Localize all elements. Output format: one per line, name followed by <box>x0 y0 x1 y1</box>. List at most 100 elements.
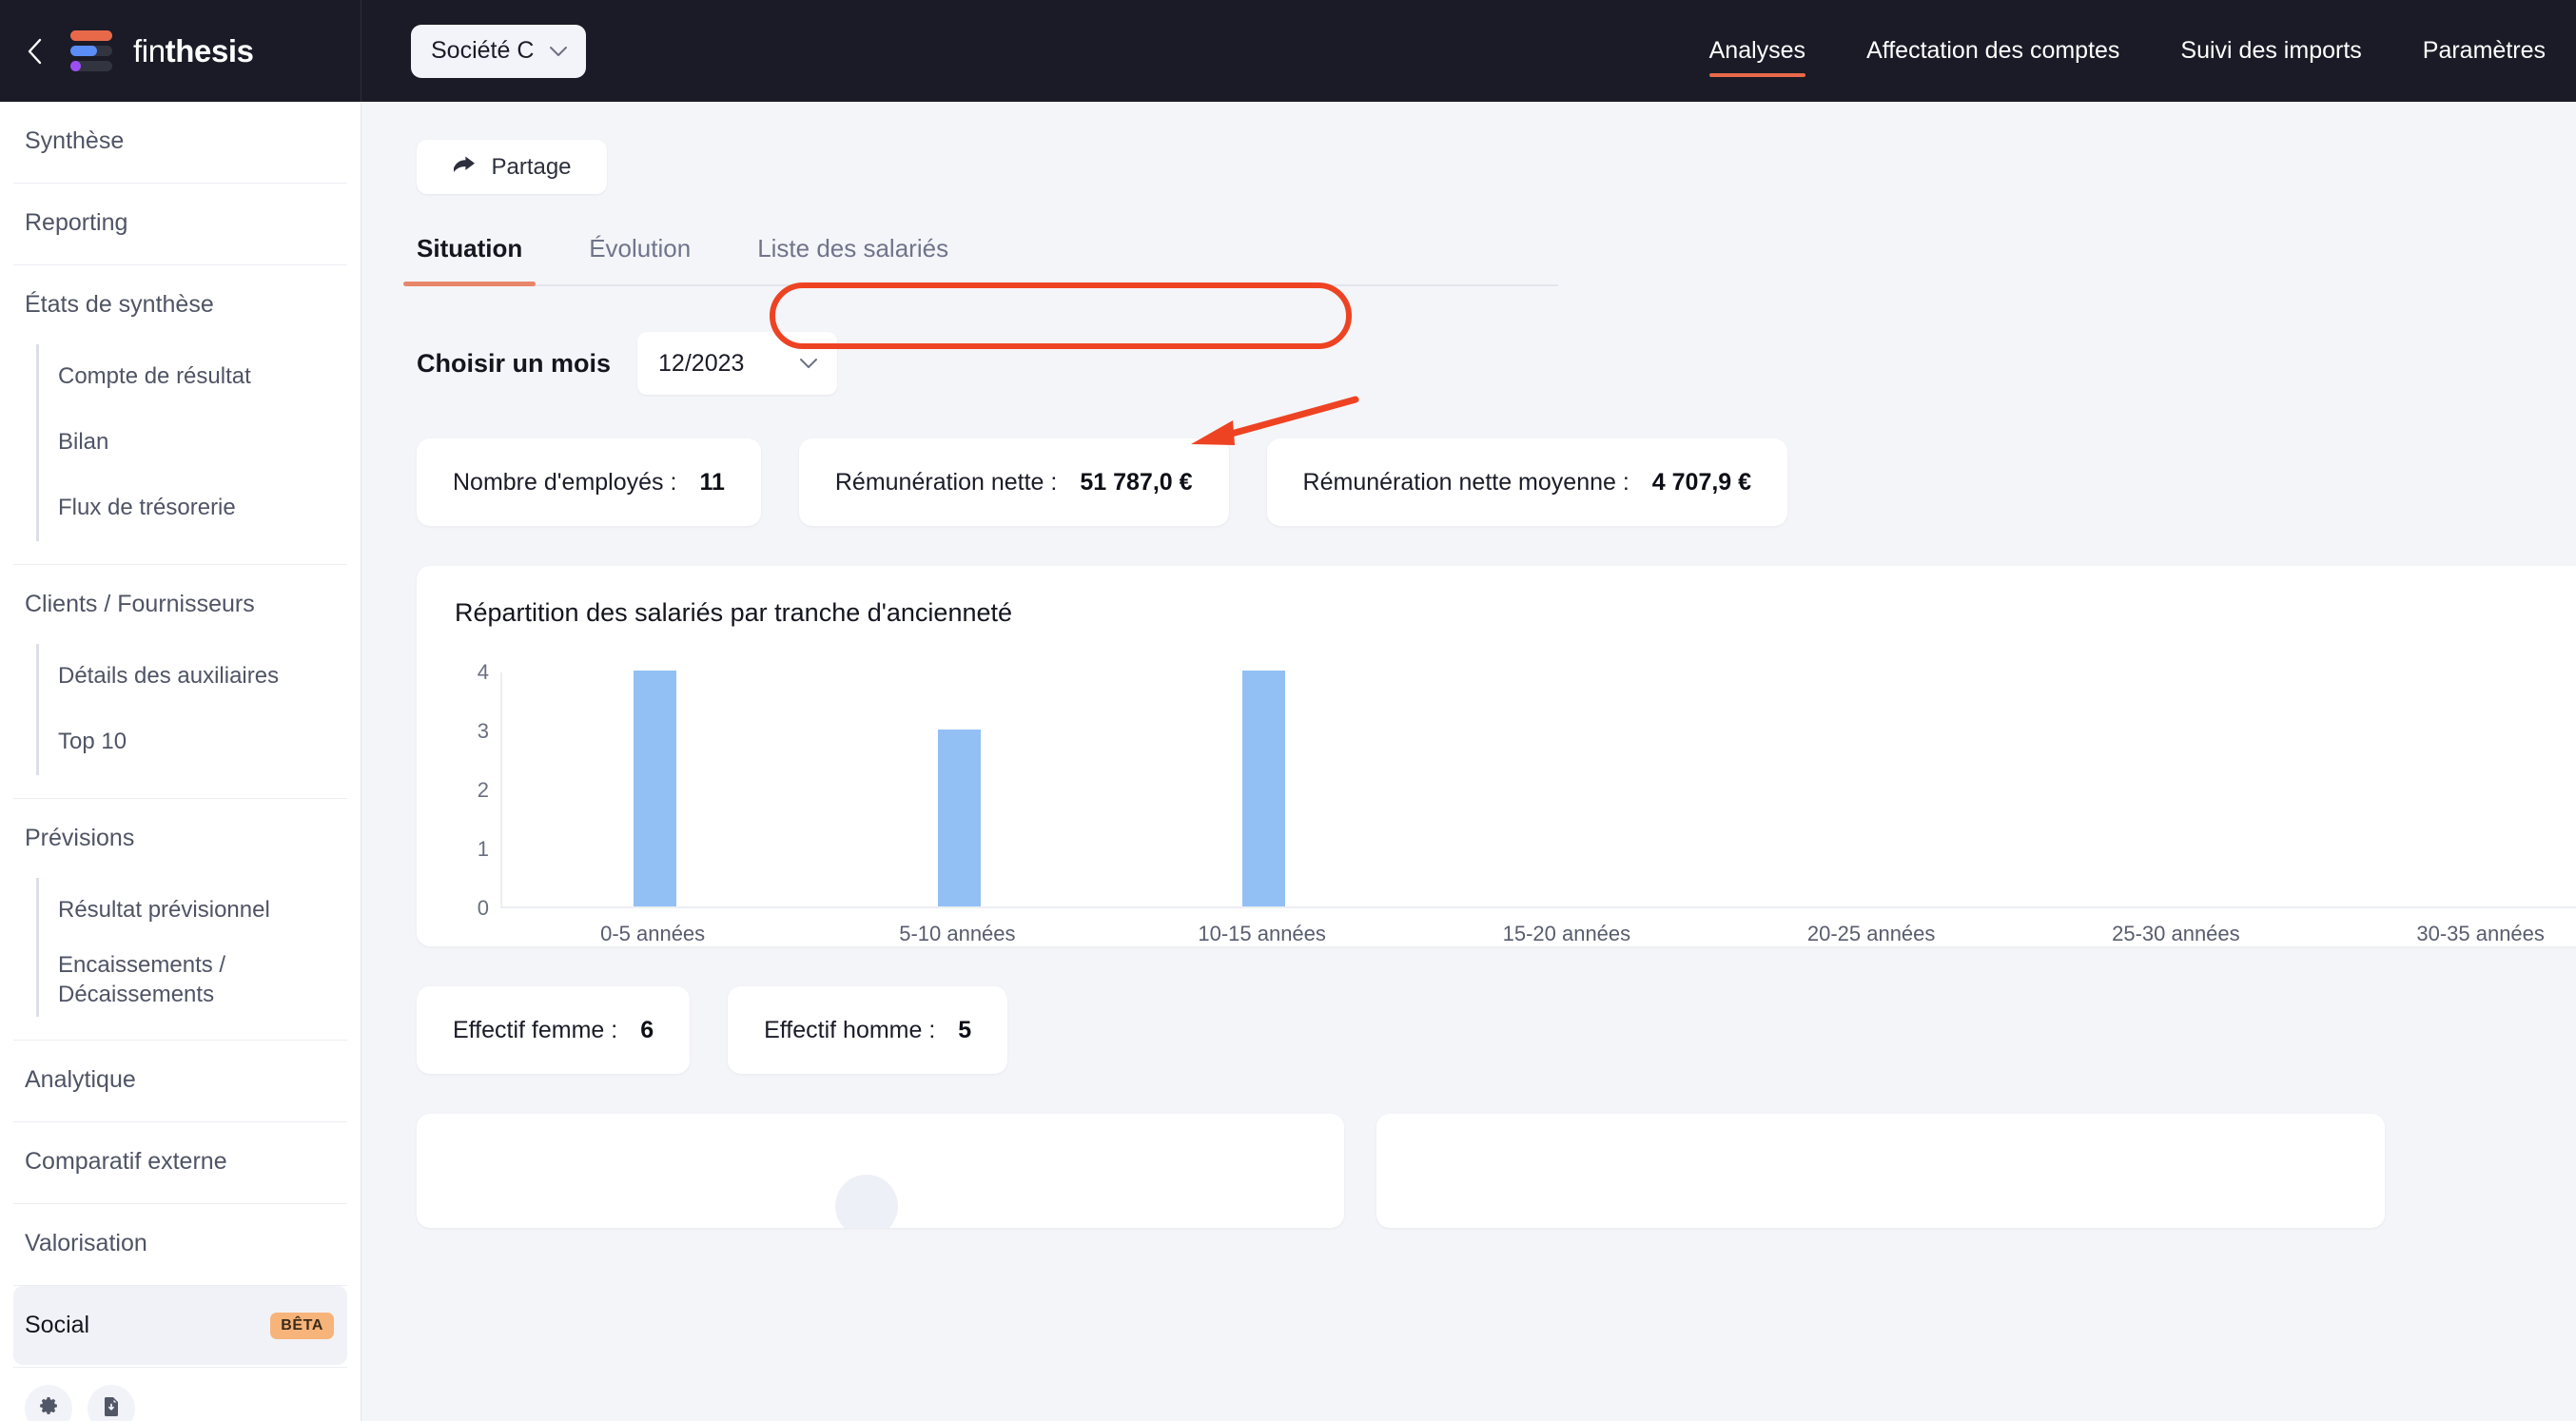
sidebar-subitem-label: Bilan <box>58 429 109 456</box>
tab-bar: Situation Évolution Liste des salariés <box>402 224 1558 286</box>
kpi-value: 4 707,9 € <box>1651 468 1752 496</box>
chart-x-tick-label: 5-10 années <box>899 922 1016 945</box>
chart-y-tick: 1 <box>477 837 489 861</box>
sidebar-item-previsions[interactable]: Prévisions <box>13 799 347 878</box>
sidebar-section-reporting: Reporting <box>13 184 347 265</box>
chart-bars <box>502 671 2576 906</box>
chart-bar-slot <box>502 671 807 906</box>
chart-bar-slot <box>1111 671 1415 906</box>
sidebar-subitem-bilan[interactable]: Bilan <box>36 410 347 476</box>
company-selector[interactable]: Société C <box>411 24 587 78</box>
chevron-left-icon <box>25 37 46 66</box>
chart-bar-slot <box>1415 672 1720 906</box>
seniority-chart-panel: Répartition des salariés par tranche d'a… <box>417 566 2576 946</box>
brand-name-bold: thesis <box>165 32 254 68</box>
sidebar-subitem-details-des-auxiliaires[interactable]: Détails des auxiliaires <box>36 644 347 710</box>
sidebar-subitem-compte-de-resultat[interactable]: Compte de résultat <box>36 344 347 410</box>
app-root: finthesis Société C Analyses Affectation… <box>0 0 2576 1421</box>
topnav-label: Analyses <box>1708 37 1806 64</box>
gender-kpi-row: Effectif femme : 6 Effectif homme : 5 <box>417 986 2576 1074</box>
sidebar-section-previsions: Prévisions Résultat prévisionnel Encaiss… <box>13 799 347 1041</box>
brand-name: finthesis <box>133 33 254 69</box>
main-content: Partage Situation Évolution Liste des sa… <box>361 102 2576 1421</box>
chart-x-axis: 0-5 années 5-10 années 10-15 années 15-20 a… <box>500 922 2576 946</box>
sidebar-subitem-flux-de-tresorerie[interactable]: Flux de trésorerie <box>36 476 347 541</box>
share-button[interactable]: Partage <box>417 140 607 194</box>
sidebar-section-analytique: Analytique <box>13 1041 347 1123</box>
tab-evolution[interactable]: Évolution <box>589 224 691 284</box>
sidebar-item-reporting[interactable]: Reporting <box>13 184 347 263</box>
settings-button[interactable] <box>25 1385 72 1421</box>
sidebar-item-analytique[interactable]: Analytique <box>13 1041 347 1119</box>
share-button-label: Partage <box>491 153 572 180</box>
sidebar-subitem-encaissements-decaissements[interactable]: Encaissements / Décaissements <box>36 944 347 1018</box>
topnav-item-affectation-des-comptes[interactable]: Affectation des comptes <box>1836 0 2150 102</box>
bottom-card-right <box>1376 1114 2385 1228</box>
chart-y-tick: 2 <box>477 778 489 802</box>
sidebar-subitem-label: Flux de trésorerie <box>58 495 236 521</box>
sidebar-item-label: Synthèse <box>25 127 125 154</box>
chart-x-tick-label: 20-25 années <box>1806 922 1936 945</box>
sidebar-footer <box>13 1368 347 1421</box>
sidebar-item-synthese[interactable]: Synthèse <box>13 102 347 181</box>
sidebar-item-comparatif-externe[interactable]: Comparatif externe <box>13 1122 347 1201</box>
sidebar-section-social: Social BÊTA <box>13 1286 347 1369</box>
chart-bar[interactable] <box>1241 671 1285 906</box>
sidebar-item-label: Social <box>25 1312 90 1339</box>
donut-chart-partial <box>835 1175 898 1228</box>
company-selector-label: Société C <box>431 37 535 64</box>
sidebar-item-label: Reporting <box>25 209 128 236</box>
sidebar-item-etats-de-synthese[interactable]: États de synthèse <box>13 265 347 344</box>
sidebar-item-social[interactable]: Social BÊTA <box>13 1286 347 1366</box>
sidebar-item-valorisation[interactable]: Valorisation <box>13 1204 347 1283</box>
bottom-card-left <box>417 1114 1344 1228</box>
sidebar-item-label: Clients / Fournisseurs <box>25 591 255 617</box>
chart-bar[interactable] <box>937 730 981 906</box>
body: Synthèse Reporting États de synthèse Com… <box>0 102 2576 1421</box>
chart-bar-slot <box>2024 672 2329 906</box>
kpi-value: 11 <box>699 468 725 496</box>
sidebar-subitem-label: Compte de résultat <box>58 363 251 390</box>
kpi-label: Rémunération nette moyenne : <box>1302 468 1630 496</box>
chart-bar-slot <box>807 672 1111 906</box>
export-button[interactable] <box>88 1385 135 1421</box>
sidebar-section-comparatif-externe: Comparatif externe <box>13 1122 347 1205</box>
sidebar-subitem-label: Top 10 <box>58 729 127 755</box>
sidebar-subitem-resultat-previsionnel[interactable]: Résultat prévisionnel <box>36 878 347 944</box>
top-navigation: Analyses Affectation des comptes Suivi d… <box>1679 0 2576 102</box>
topnav-label: Affectation des comptes <box>1866 37 2120 64</box>
kpi-card-remuneration-nette: Rémunération nette : 51 787,0 € <box>798 438 1229 526</box>
file-download-icon <box>100 1395 123 1421</box>
sidebar-subitem-top-10[interactable]: Top 10 <box>36 710 347 775</box>
chart-x-tick-label: 10-15 années <box>1198 922 1326 945</box>
chart-x-tick-label: 15-20 années <box>1502 922 1631 945</box>
sidebar-item-label: Comparatif externe <box>25 1148 227 1176</box>
beta-badge: BÊTA <box>270 1312 334 1339</box>
tab-situation[interactable]: Situation <box>402 224 537 286</box>
topnav-item-analyses[interactable]: Analyses <box>1679 0 1836 102</box>
kpi-label: Effectif femme : <box>453 1016 618 1043</box>
topnav-item-parametres[interactable]: Paramètres <box>2392 0 2576 102</box>
sidebar-item-label: Analytique <box>25 1066 136 1094</box>
chart-plot-area: 0 1 2 3 4 0-5 années 5-10 années 10-15 années 1… <box>455 660 2576 945</box>
sidebar-item-label: États de synthèse <box>25 291 214 318</box>
chart-bar[interactable] <box>633 671 676 906</box>
chart-x-tick-label: 0-5 années <box>600 922 706 945</box>
sidebar-item-clients-fournisseurs[interactable]: Clients / Fournisseurs <box>13 565 347 644</box>
tab-label: Situation <box>417 234 523 263</box>
month-picker-select[interactable]: 12/2023 <box>637 332 838 395</box>
kpi-value: 6 <box>640 1016 654 1043</box>
kpi-label: Effectif homme : <box>764 1016 936 1043</box>
kpi-value: 5 <box>958 1016 972 1043</box>
chart-bar-slot <box>1720 672 2024 906</box>
sidebar-subitem-label: Résultat prévisionnel <box>58 897 270 924</box>
kpi-label: Nombre d'employés : <box>453 468 677 496</box>
topnav-item-suivi-des-imports[interactable]: Suivi des imports <box>2150 0 2391 102</box>
sidebar-section-synthese: Synthèse <box>13 102 347 184</box>
chart-title: Répartition des salariés par tranche d'a… <box>455 598 1013 627</box>
finthesis-logo-icon <box>70 30 112 71</box>
sidebar-subitem-label: Encaissements / Décaissements <box>58 952 226 1007</box>
chart-y-axis: 0 1 2 3 4 <box>455 660 500 920</box>
tab-liste-des-salaries[interactable]: Liste des salariés <box>757 224 948 284</box>
sidebar-collapse-button[interactable] <box>21 37 49 66</box>
